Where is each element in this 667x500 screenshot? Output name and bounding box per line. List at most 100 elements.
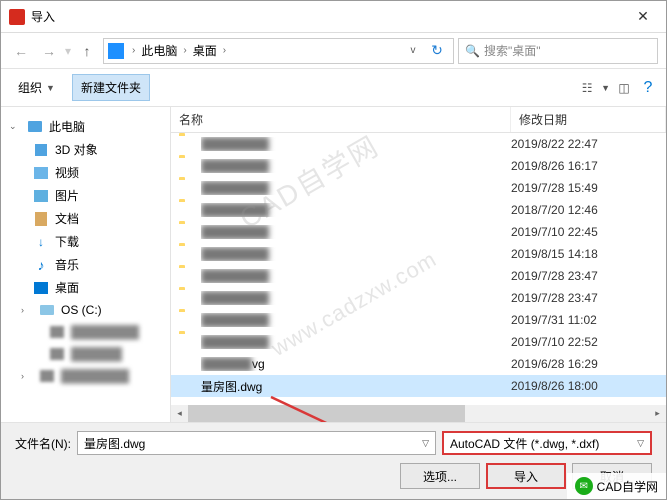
search-placeholder: 搜索"桌面" (484, 42, 541, 59)
sidebar-item-videos[interactable]: 视频 (1, 161, 170, 184)
path-segment[interactable]: 此电脑 (139, 42, 179, 59)
search-input[interactable]: 🔍 搜索"桌面" (458, 38, 658, 64)
pc-icon (28, 121, 42, 132)
scroll-left-button[interactable]: ◂ (171, 405, 188, 422)
file-name: 量房图.dwg (201, 378, 511, 395)
dwg-file-icon (179, 378, 195, 394)
file-date: 2019/7/28 15:49 (511, 181, 658, 195)
file-name: ████████ (201, 291, 511, 305)
download-icon: ↓ (33, 234, 49, 250)
list-header: 名称 修改日期 (171, 107, 666, 133)
folder-icon (179, 180, 195, 196)
navigation-bar: ← → ▾ ↑ › 此电脑 › 桌面 › v ↻ 🔍 搜索"桌面" (1, 33, 666, 69)
import-button[interactable]: 导入 (486, 463, 566, 489)
video-icon (34, 167, 48, 179)
chevron-down-icon[interactable]: ▽ (637, 438, 644, 449)
wechat-badge: ✉ CAD自学网 (567, 473, 666, 499)
file-name: ████████ (201, 335, 511, 349)
refresh-button[interactable]: ↻ (425, 39, 449, 63)
file-row[interactable]: ████████2019/7/28 15:49 (171, 177, 666, 199)
sidebar-item-documents[interactable]: 文档 (1, 207, 170, 230)
organize-button[interactable]: 组织 ▼ (9, 74, 64, 101)
file-date: 2019/7/10 22:45 (511, 225, 658, 239)
picture-icon (34, 190, 48, 202)
nav-history-dropdown[interactable]: ▾ (65, 44, 71, 58)
file-row[interactable]: ████████2019/8/22 22:47 (171, 133, 666, 155)
file-list: 名称 修改日期 ████████2019/8/22 22:47████████2… (171, 107, 666, 422)
file-name: ████████ (201, 313, 511, 327)
file-row[interactable]: ██████vg2019/6/28 16:29 (171, 353, 666, 375)
folder-icon (179, 268, 195, 284)
search-icon: 🔍 (465, 44, 480, 58)
sidebar-item-blurred[interactable]: ████████ (1, 321, 170, 343)
file-name: ████████ (201, 181, 511, 195)
folder-icon (179, 202, 195, 218)
folder-icon (179, 158, 195, 174)
path-breadcrumb[interactable]: › 此电脑 › 桌面 › v ↻ (103, 38, 454, 64)
view-list-icon[interactable]: ☷ (577, 78, 597, 98)
options-button[interactable]: 选项... (400, 463, 480, 489)
nav-forward-button[interactable]: → (37, 39, 61, 63)
file-row[interactable]: ████████2019/7/10 22:52 (171, 331, 666, 353)
path-segment[interactable]: 桌面 (191, 42, 219, 59)
nav-back-button[interactable]: ← (9, 39, 33, 63)
file-row[interactable]: ████████2019/7/28 23:47 (171, 265, 666, 287)
file-name: ████████ (201, 137, 511, 151)
chevron-down-icon: ▼ (46, 83, 55, 93)
column-name-header[interactable]: 名称 (171, 107, 511, 132)
file-date: 2019/8/15 14:18 (511, 247, 658, 261)
horizontal-scrollbar[interactable]: ◂ ▸ (171, 405, 666, 422)
folder-icon (179, 246, 195, 262)
sidebar-item-pictures[interactable]: 图片 (1, 184, 170, 207)
chevron-down-icon[interactable]: ▼ (601, 83, 610, 93)
pc-icon (108, 43, 124, 59)
chevron-right-icon[interactable]: › (128, 45, 139, 56)
file-date: 2019/8/26 16:17 (511, 159, 658, 173)
folder-icon (179, 290, 195, 306)
expand-icon[interactable]: ⌄ (9, 121, 21, 132)
navigation-sidebar: ⌄ 此电脑 3D 对象 视频 图片 文档 ↓ 下载 (1, 107, 171, 422)
file-row[interactable]: ████████2019/8/15 14:18 (171, 243, 666, 265)
file-row[interactable]: ████████2019/7/10 22:45 (171, 221, 666, 243)
file-date: 2019/7/28 23:47 (511, 291, 658, 305)
folder-icon (179, 224, 195, 240)
scroll-right-button[interactable]: ▸ (649, 405, 666, 422)
chevron-right-icon[interactable]: › (219, 45, 230, 56)
preview-pane-icon[interactable]: ◫ (614, 78, 634, 98)
file-name: ████████ (201, 247, 511, 261)
filename-label: 文件名(N): (15, 435, 71, 452)
sidebar-item-blurred[interactable]: ██████ (1, 343, 170, 365)
filename-input[interactable]: 量房图.dwg ▽ (77, 431, 436, 455)
file-name: ██████vg (201, 357, 511, 371)
file-name: ████████ (201, 269, 511, 283)
path-dropdown-button[interactable]: v (401, 39, 425, 63)
sidebar-item-downloads[interactable]: ↓ 下载 (1, 230, 170, 253)
file-row[interactable]: ████████2018/7/20 12:46 (171, 199, 666, 221)
close-button[interactable]: ✕ (620, 1, 666, 33)
drive-icon (40, 305, 54, 315)
help-icon[interactable]: ? (638, 78, 658, 98)
nav-up-button[interactable]: ↑ (75, 39, 99, 63)
file-date: 2019/8/22 22:47 (511, 137, 658, 151)
expand-icon[interactable]: › (21, 305, 33, 315)
wechat-icon: ✉ (575, 477, 593, 495)
sidebar-item-desktop[interactable]: 桌面 (1, 276, 170, 299)
chevron-right-icon[interactable]: › (179, 45, 190, 56)
toolbar: 组织 ▼ 新建文件夹 ☷ ▼ ◫ ? (1, 69, 666, 107)
sidebar-item-this-pc[interactable]: ⌄ 此电脑 (1, 115, 170, 138)
new-folder-button[interactable]: 新建文件夹 (72, 74, 150, 101)
file-date: 2019/7/10 22:52 (511, 335, 658, 349)
expand-icon[interactable]: › (21, 371, 33, 381)
sidebar-item-blurred[interactable]: › ████████ (1, 365, 170, 387)
sidebar-item-drive-c[interactable]: › OS (C:) (1, 299, 170, 321)
file-row[interactable]: ████████2019/8/26 16:17 (171, 155, 666, 177)
sidebar-item-music[interactable]: ♪ 音乐 (1, 253, 170, 276)
chevron-down-icon[interactable]: ▽ (422, 438, 429, 449)
filetype-filter-dropdown[interactable]: AutoCAD 文件 (*.dwg, *.dxf) ▽ (442, 431, 652, 455)
column-date-header[interactable]: 修改日期 (511, 107, 666, 132)
file-row[interactable]: ████████2019/7/28 23:47 (171, 287, 666, 309)
file-row[interactable]: ████████2019/7/31 11:02 (171, 309, 666, 331)
file-row[interactable]: 量房图.dwg2019/8/26 18:00 (171, 375, 666, 397)
sidebar-item-3d-objects[interactable]: 3D 对象 (1, 138, 170, 161)
scroll-thumb[interactable] (188, 405, 465, 422)
